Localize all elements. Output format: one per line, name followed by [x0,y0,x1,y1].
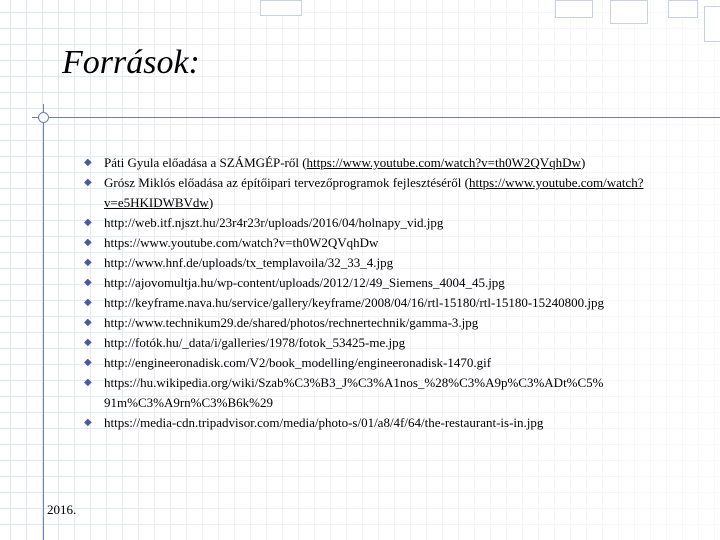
source-item: ◆ http://www.hnf.de/uploads/tx_templavoil… [84,253,694,273]
corner-decoration [668,0,698,18]
diamond-bullet-icon: ◆ [84,357,92,368]
slide-title: Források: [62,44,200,81]
source-item: ◆ http://keyframe.nava.hu/service/gallery… [84,293,694,313]
diamond-bullet-icon: ◆ [84,417,92,428]
source-text: http://ajovomultja.hu/wp-content/uploads… [104,275,505,290]
source-text-part: https://www.youtube.com/watch?v=th0W2QVq… [104,235,379,250]
source-item: ◆ http://fotók.hu/_data/i/galleries/1978/… [84,333,694,353]
source-item: ◆ https://media-cdn.tripadvisor.com/media… [84,413,694,433]
source-text: http://www.hnf.de/uploads/tx_templavoila… [104,255,393,270]
source-item: ◆ http://www.technikum29.de/shared/photos… [84,313,694,333]
source-text: Grósz Miklós előadása az építőipari terv… [104,175,644,210]
diamond-bullet-icon: ◆ [84,317,92,328]
diamond-bullet-icon: ◆ [84,297,92,308]
source-item: ◆ http://web.itf.njszt.hu/23r4r23r/upload… [84,213,694,233]
source-text-part: http://www.hnf.de/uploads/tx_templavoila… [104,255,394,270]
source-list: ◆ Páti Gyula előadása a SZÁMGÉP-ről (http… [84,153,694,433]
source-text-part: ) [580,155,586,170]
diamond-bullet-icon: ◆ [84,277,92,288]
source-text: https://media-cdn.tripadvisor.com/media/… [104,415,543,430]
corner-decoration [610,0,648,24]
left-rule-line [43,104,44,540]
source-text-part: https://media-cdn.tripadvisor.com/media/… [104,415,544,430]
source-text: https://www.youtube.com/watch?v=th0W2QVq… [104,235,378,250]
rule-junction-circle [38,112,49,123]
source-text-part: ) [208,195,214,210]
source-text: http://www.technikum29.de/shared/photos/… [104,315,478,330]
source-item: ◆ http://engineeronadisk.com/V2/book_mode… [84,353,694,373]
title-divider-line [32,117,720,118]
source-text: http://fotók.hu/_data/i/galleries/1978/f… [104,335,405,350]
diamond-bullet-icon: ◆ [84,337,92,348]
diamond-bullet-icon: ◆ [84,157,92,168]
diamond-bullet-icon: ◆ [84,257,92,268]
diamond-bullet-icon: ◆ [84,237,92,248]
source-text-part: http://keyframe.nava.hu/service/gallery/… [104,295,605,310]
footer-year: 2016. [47,502,77,517]
diamond-bullet-icon: ◆ [84,217,92,228]
corner-decoration [704,6,720,42]
source-text-part: http://web.itf.njszt.hu/23r4r23r/uploads… [104,215,444,230]
source-text: http://web.itf.njszt.hu/23r4r23r/uploads… [104,215,443,230]
source-text-part: https://hu.wikipedia.org/wiki/Szab%C3%B3… [104,375,604,410]
source-text: Páti Gyula előadása a SZÁMGÉP-ről (https… [104,155,585,170]
source-item: ◆ Grósz Miklós előadása az építőipari ter… [84,173,694,213]
source-text: http://keyframe.nava.hu/service/gallery/… [104,295,604,310]
source-text-part: http://fotók.hu/_data/i/galleries/1978/f… [104,335,406,350]
source-item: ◆ Páti Gyula előadása a SZÁMGÉP-ről (http… [84,153,694,173]
source-text-part: Grósz Miklós előadása az építőipari terv… [104,175,469,190]
diamond-bullet-icon: ◆ [84,377,92,388]
source-item: ◆ http://ajovomultja.hu/wp-content/upload… [84,273,694,293]
corner-decoration [260,0,302,16]
source-text: http://engineeronadisk.com/V2/book_model… [104,355,491,370]
source-text-part: http://www.technikum29.de/shared/photos/… [104,315,479,330]
diamond-bullet-icon: ◆ [84,177,92,188]
corner-decoration [555,0,593,18]
source-text: https://hu.wikipedia.org/wiki/Szab%C3%B3… [104,375,604,410]
source-link[interactable]: https://www.youtube.com/watch?v=th0W2QVq… [307,155,581,170]
source-text-part: Páti Gyula előadása a SZÁMGÉP-ről ( [104,155,307,170]
source-item: ◆ https://hu.wikipedia.org/wiki/Szab%C3%B… [84,373,694,413]
source-text-part: http://engineeronadisk.com/V2/book_model… [104,355,492,370]
source-item: ◆ https://www.youtube.com/watch?v=th0W2QV… [84,233,694,253]
source-text-part: http://ajovomultja.hu/wp-content/uploads… [104,275,505,290]
